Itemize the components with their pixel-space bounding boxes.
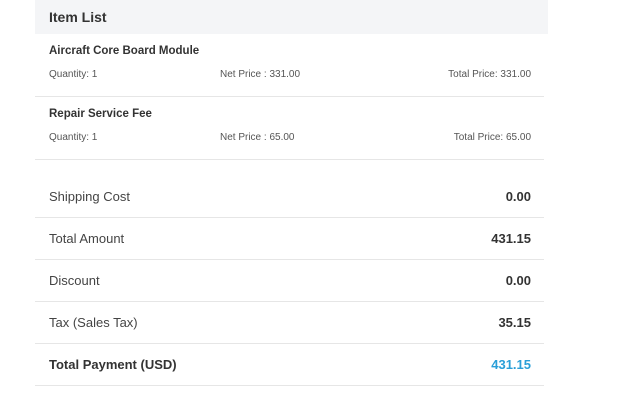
item-name: Repair Service Fee: [49, 108, 152, 120]
tax-value: 35.15: [498, 315, 531, 330]
item-total-price: Total Price: 65.00: [453, 132, 531, 143]
total-amount-value: 431.15: [491, 231, 531, 246]
total-amount-row: Total Amount 431.15: [35, 218, 544, 260]
tax-label: Tax (Sales Tax): [49, 315, 138, 330]
discount-value: 0.00: [505, 273, 531, 288]
discount-label: Discount: [49, 273, 100, 288]
shipping-cost-value: 0.00: [505, 189, 531, 204]
shipping-cost-label: Shipping Cost: [49, 189, 130, 204]
item-list-title: Item List: [49, 9, 107, 25]
list-item: Repair Service Fee Quantity: 1 Net Price…: [35, 97, 544, 160]
item-quantity: Quantity: 1: [49, 132, 98, 143]
item-list-header: Item List: [35, 0, 548, 34]
total-payment-value: 431.15: [491, 357, 531, 372]
item-quantity: Quantity: 1: [49, 69, 98, 80]
order-summary-panel: Item List Aircraft Core Board Module Qua…: [35, 0, 548, 386]
item-total-price: Total Price: 331.00: [448, 69, 531, 80]
total-payment-label: Total Payment (USD): [49, 357, 177, 372]
discount-row: Discount 0.00: [35, 260, 544, 302]
total-amount-label: Total Amount: [49, 231, 125, 246]
item-name: Aircraft Core Board Module: [49, 45, 200, 57]
tax-row: Tax (Sales Tax) 35.15: [35, 302, 544, 344]
total-payment-row: Total Payment (USD) 431.15: [35, 344, 544, 386]
item-net-price: Net Price : 65.00: [220, 132, 295, 143]
shipping-cost-row: Shipping Cost 0.00: [35, 176, 544, 218]
item-net-price: Net Price : 331.00: [220, 69, 301, 80]
list-item: Aircraft Core Board Module Quantity: 1 N…: [35, 34, 544, 97]
